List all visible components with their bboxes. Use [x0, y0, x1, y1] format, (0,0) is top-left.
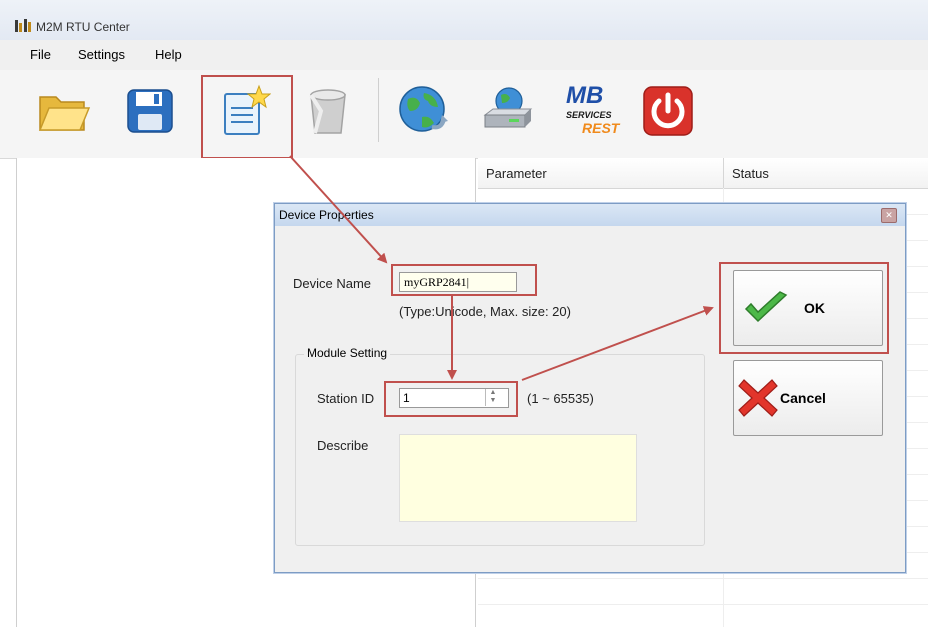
- device-name-highlight: [391, 264, 537, 296]
- floppy-disk-icon: [127, 89, 173, 133]
- device-properties-dialog: Device Properties ✕ Device Name myGRP284…: [274, 203, 906, 573]
- station-id-range: (1 ~ 65535): [527, 391, 594, 406]
- grid-row-line: [478, 578, 928, 579]
- station-id-highlight: [384, 381, 518, 417]
- rest-label: REST: [582, 120, 620, 136]
- dialog-title-bar[interactable]: Device Properties ✕: [275, 204, 905, 226]
- dialog-close-icon[interactable]: ✕: [881, 208, 897, 223]
- device-name-hint: (Type:Unicode, Max. size: 20): [399, 304, 571, 319]
- describe-label: Describe: [317, 438, 369, 453]
- new-device-button[interactable]: [212, 78, 276, 144]
- power-button[interactable]: [636, 78, 700, 144]
- station-id-label: Station ID: [317, 391, 375, 406]
- app-logo-icon: [14, 18, 32, 34]
- network-device-button[interactable]: [476, 78, 540, 144]
- red-x-icon: [738, 379, 778, 417]
- column-header-parameter[interactable]: Parameter: [486, 166, 547, 181]
- power-icon: [643, 86, 693, 136]
- mb-label: MB: [566, 82, 604, 109]
- column-header-status[interactable]: Status: [732, 166, 769, 181]
- globe-connect-icon: [399, 86, 448, 132]
- dialog-title: Device Properties: [279, 208, 374, 222]
- menu-help[interactable]: Help: [155, 47, 182, 62]
- delete-button[interactable]: [296, 78, 360, 144]
- save-button[interactable]: [118, 78, 182, 144]
- device-name-label: Device Name: [293, 276, 372, 291]
- module-setting-label: Module Setting: [304, 346, 391, 360]
- menu-settings[interactable]: Settings: [78, 47, 125, 62]
- cancel-button[interactable]: Cancel: [733, 360, 883, 436]
- open-folder-button[interactable]: [32, 78, 96, 144]
- document-star-icon: [224, 84, 271, 135]
- connect-button[interactable]: [392, 78, 456, 144]
- grid-row-line: [478, 604, 928, 605]
- mb-services-rest-button[interactable]: MB SERVICES REST: [558, 78, 628, 144]
- folder-icon: [38, 96, 91, 131]
- window-title: M2M RTU Center: [36, 20, 130, 34]
- toolbar: MB SERVICES REST: [0, 70, 928, 159]
- grid-header: Parameter Status: [478, 158, 928, 189]
- ok-button-highlight: [719, 262, 889, 354]
- cancel-label: Cancel: [780, 390, 826, 406]
- trash-bin-icon: [309, 89, 346, 134]
- menu-bar: File Settings Help: [0, 40, 928, 70]
- menu-file[interactable]: File: [30, 47, 51, 62]
- describe-textarea[interactable]: [399, 434, 637, 522]
- column-separator: [723, 158, 724, 188]
- network-drive-icon: [483, 87, 533, 128]
- services-label: SERVICES: [566, 110, 612, 120]
- toolbar-separator: [378, 78, 379, 142]
- title-bar: M2M RTU Center: [0, 0, 928, 40]
